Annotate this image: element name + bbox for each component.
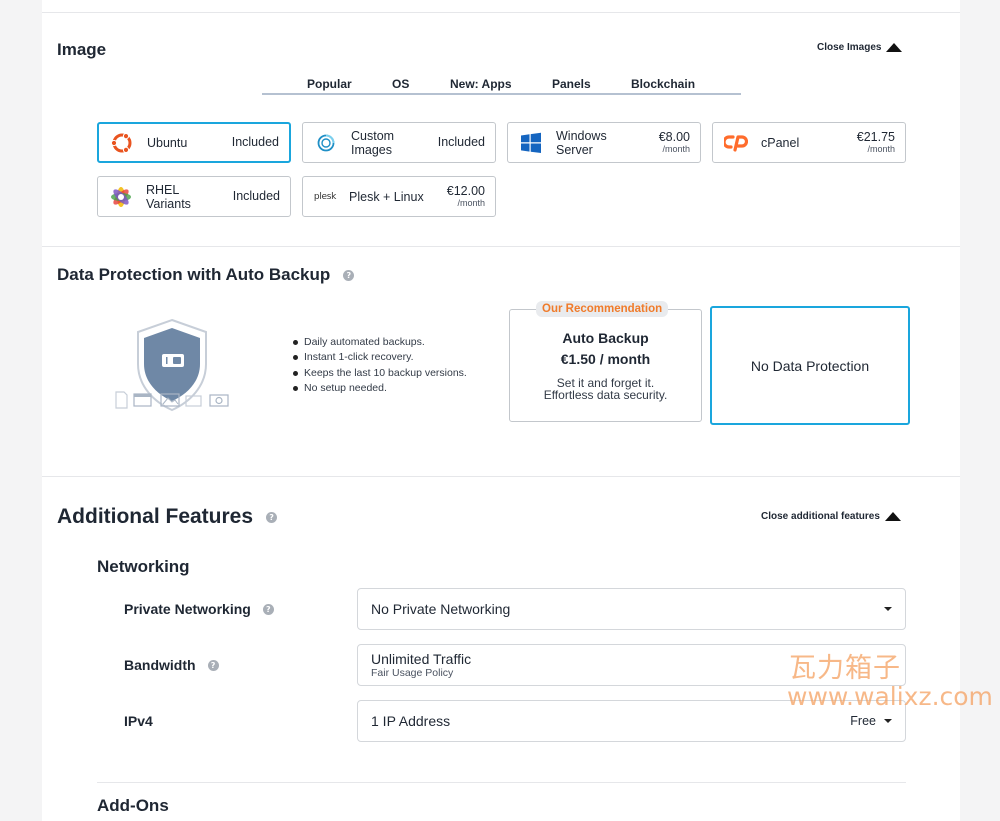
price-period: /month: [867, 144, 895, 154]
help-icon[interactable]: ?: [343, 269, 355, 281]
backup-section-header: Data Protection with Auto Backup ?: [57, 265, 355, 285]
recommendation-badge: Our Recommendation: [536, 301, 669, 317]
list-item: Instant 1-click recovery.: [293, 350, 467, 365]
auto-backup-price: €1.50 / month: [560, 351, 651, 367]
bandwidth-label: Bandwidth: [124, 657, 196, 673]
tab-new-apps[interactable]: New: Apps: [450, 77, 512, 91]
private-networking-label: Private Networking: [124, 601, 251, 617]
image-card-name: RHEL Variants: [146, 182, 191, 211]
auto-backup-option[interactable]: Auto Backup €1.50 / month Set it and for…: [509, 309, 702, 422]
section-divider: [42, 246, 960, 247]
image-card-price: Included: [233, 190, 280, 203]
backup-feature-list: Daily automated backups. Instant 1-click…: [293, 335, 467, 396]
tabs-underline: [262, 93, 741, 95]
section-divider: [42, 476, 960, 477]
backup-illustration: [112, 318, 232, 413]
top-divider: [42, 12, 960, 13]
cpanel-icon: [723, 130, 749, 156]
caret-up-icon: [886, 43, 903, 52]
networking-title: Networking: [97, 557, 190, 576]
close-images-toggle[interactable]: Close Images: [817, 42, 903, 53]
select-value: No Private Networking: [371, 601, 511, 617]
private-networking-label-row: Private Networking ?: [124, 601, 274, 617]
close-images-label: Close Images: [817, 42, 882, 53]
rhel-icon: [108, 184, 134, 210]
addons-title: Add-Ons: [97, 796, 169, 815]
price-value: Included: [437, 135, 485, 149]
windows-icon: [518, 130, 544, 156]
ubuntu-icon: [109, 130, 135, 156]
image-card-name: Windows Server: [556, 128, 607, 157]
image-card-price: €12.00/month: [446, 184, 485, 209]
no-protection-label: No Data Protection: [750, 357, 870, 374]
ipv4-label-row: IPv4: [124, 713, 153, 729]
list-item: Daily automated backups.: [293, 335, 467, 350]
bandwidth-value: Unlimited Traffic: [371, 651, 472, 667]
select-value: 1 IP Address: [371, 713, 451, 729]
auto-backup-title: Auto Backup: [562, 330, 649, 346]
image-card-price: €21.75/month: [856, 130, 895, 155]
price-period: /month: [457, 198, 485, 208]
image-card-name: Ubuntu: [147, 135, 188, 150]
image-card-ubuntu[interactable]: Ubuntu Included: [97, 122, 291, 163]
watermark-url: www.walixz.com: [787, 682, 993, 711]
plesk-icon: plesk: [313, 184, 337, 210]
price-value: €8.00: [658, 130, 690, 144]
image-card-cpanel[interactable]: cPanel €21.75/month: [712, 122, 906, 163]
auto-backup-desc: Effortless data security.: [543, 388, 668, 402]
help-icon[interactable]: ?: [262, 603, 274, 615]
caret-down-icon: [884, 607, 892, 611]
list-item: Keeps the last 10 backup versions.: [293, 366, 467, 381]
image-card-price: €8.00/month: [658, 130, 690, 155]
image-card-name: cPanel: [761, 135, 800, 150]
help-icon[interactable]: ?: [207, 659, 219, 671]
image-card-plesk-linux[interactable]: plesk Plesk + Linux €12.00/month: [302, 176, 496, 217]
bandwidth-label-row: Bandwidth ?: [124, 657, 219, 673]
help-icon[interactable]: ?: [266, 511, 278, 523]
image-card-windows-server[interactable]: Windows Server €8.00/month: [507, 122, 701, 163]
tab-popular[interactable]: Popular: [307, 77, 352, 91]
image-card-price: Included: [232, 136, 279, 149]
private-networking-select[interactable]: No Private Networking: [357, 588, 906, 630]
price-value: €21.75: [856, 130, 895, 144]
image-card-custom-images[interactable]: Custom Images Included: [302, 122, 496, 163]
tab-panels[interactable]: Panels: [552, 77, 591, 91]
custom-images-icon: [313, 130, 339, 156]
shield-backup-icon: [115, 318, 229, 412]
ipv4-label: IPv4: [124, 713, 153, 729]
addons-divider: [97, 782, 906, 783]
features-section-header: Additional Features ?: [57, 505, 278, 529]
caret-up-icon: [884, 512, 901, 521]
caret-down-icon: [884, 719, 892, 723]
price-period: /month: [662, 144, 690, 154]
price-value: Included: [231, 135, 279, 149]
close-features-label: Close additional features: [761, 511, 880, 522]
backup-section-title: Data Protection with Auto Backup: [57, 265, 331, 284]
tab-os[interactable]: OS: [392, 77, 409, 91]
watermark-chinese: 瓦力箱子: [789, 653, 901, 684]
ipv4-price: Free: [850, 714, 876, 728]
price-value: €12.00: [446, 184, 485, 198]
list-item: No setup needed.: [293, 381, 467, 396]
image-card-name: Plesk + Linux: [349, 189, 424, 204]
features-section-title: Additional Features: [57, 505, 254, 528]
no-data-protection-option[interactable]: No Data Protection: [710, 306, 910, 425]
close-features-toggle[interactable]: Close additional features: [761, 511, 901, 522]
image-card-name: Custom Images: [351, 128, 395, 157]
price-value: Included: [232, 189, 280, 203]
image-card-rhel-variants[interactable]: RHEL Variants Included: [97, 176, 291, 217]
image-card-price: Included: [438, 136, 485, 149]
image-section-title: Image: [57, 40, 107, 59]
tab-blockchain[interactable]: Blockchain: [631, 77, 695, 91]
plesk-logo-text: plesk: [313, 191, 337, 202]
